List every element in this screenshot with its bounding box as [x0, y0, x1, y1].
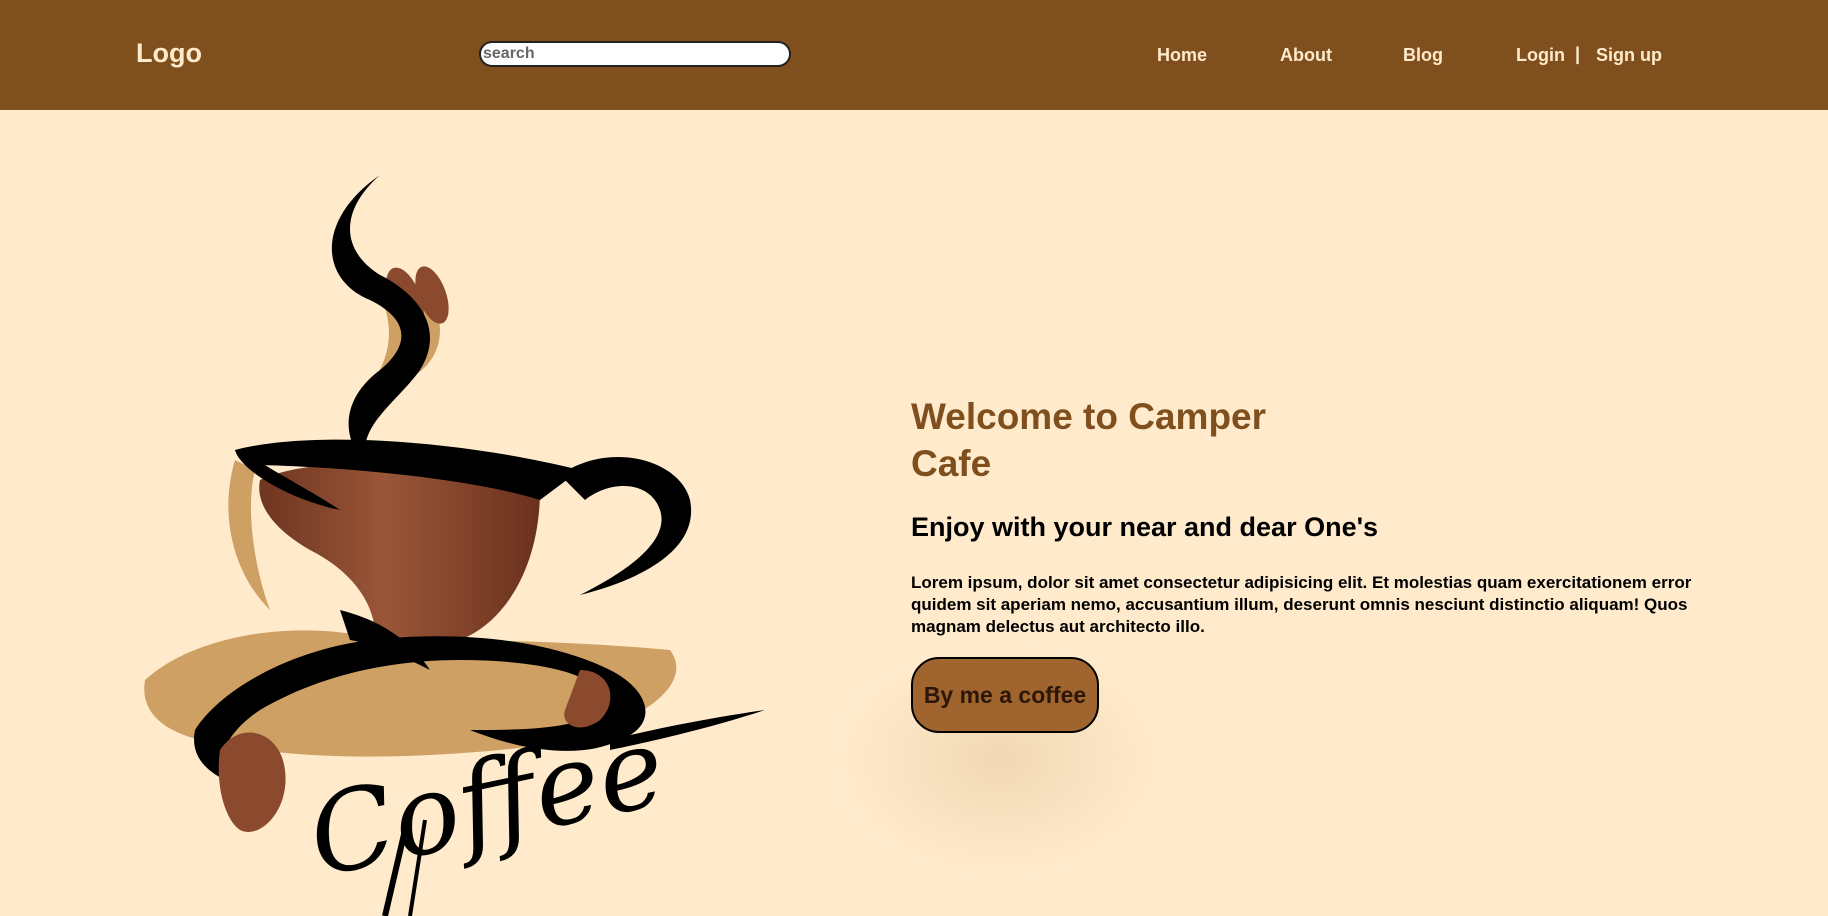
buy-coffee-button[interactable]: By me a coffee: [911, 657, 1099, 733]
nav-separator: |: [1575, 44, 1581, 64]
nav-login-link[interactable]: Login: [1516, 45, 1565, 66]
nav-about-link[interactable]: About: [1280, 45, 1332, 66]
nav-blog-link[interactable]: Blog: [1403, 45, 1443, 66]
nav-signup-link[interactable]: Sign up: [1596, 45, 1662, 66]
hero-title: Welcome to Camper Cafe: [911, 396, 1267, 484]
search-input[interactable]: [479, 41, 791, 67]
hero-subtitle: Enjoy with your near and dear One's: [911, 512, 1379, 542]
nav-home-link[interactable]: Home: [1157, 45, 1207, 66]
coffee-cup-illustration: Coffee: [144, 175, 765, 916]
hero-description: Lorem ipsum, dolor sit amet consectetur …: [911, 573, 1692, 636]
site-logo[interactable]: Logo: [136, 38, 202, 69]
site-header: Logo Home About Blog Login | Sign up: [0, 0, 1828, 110]
